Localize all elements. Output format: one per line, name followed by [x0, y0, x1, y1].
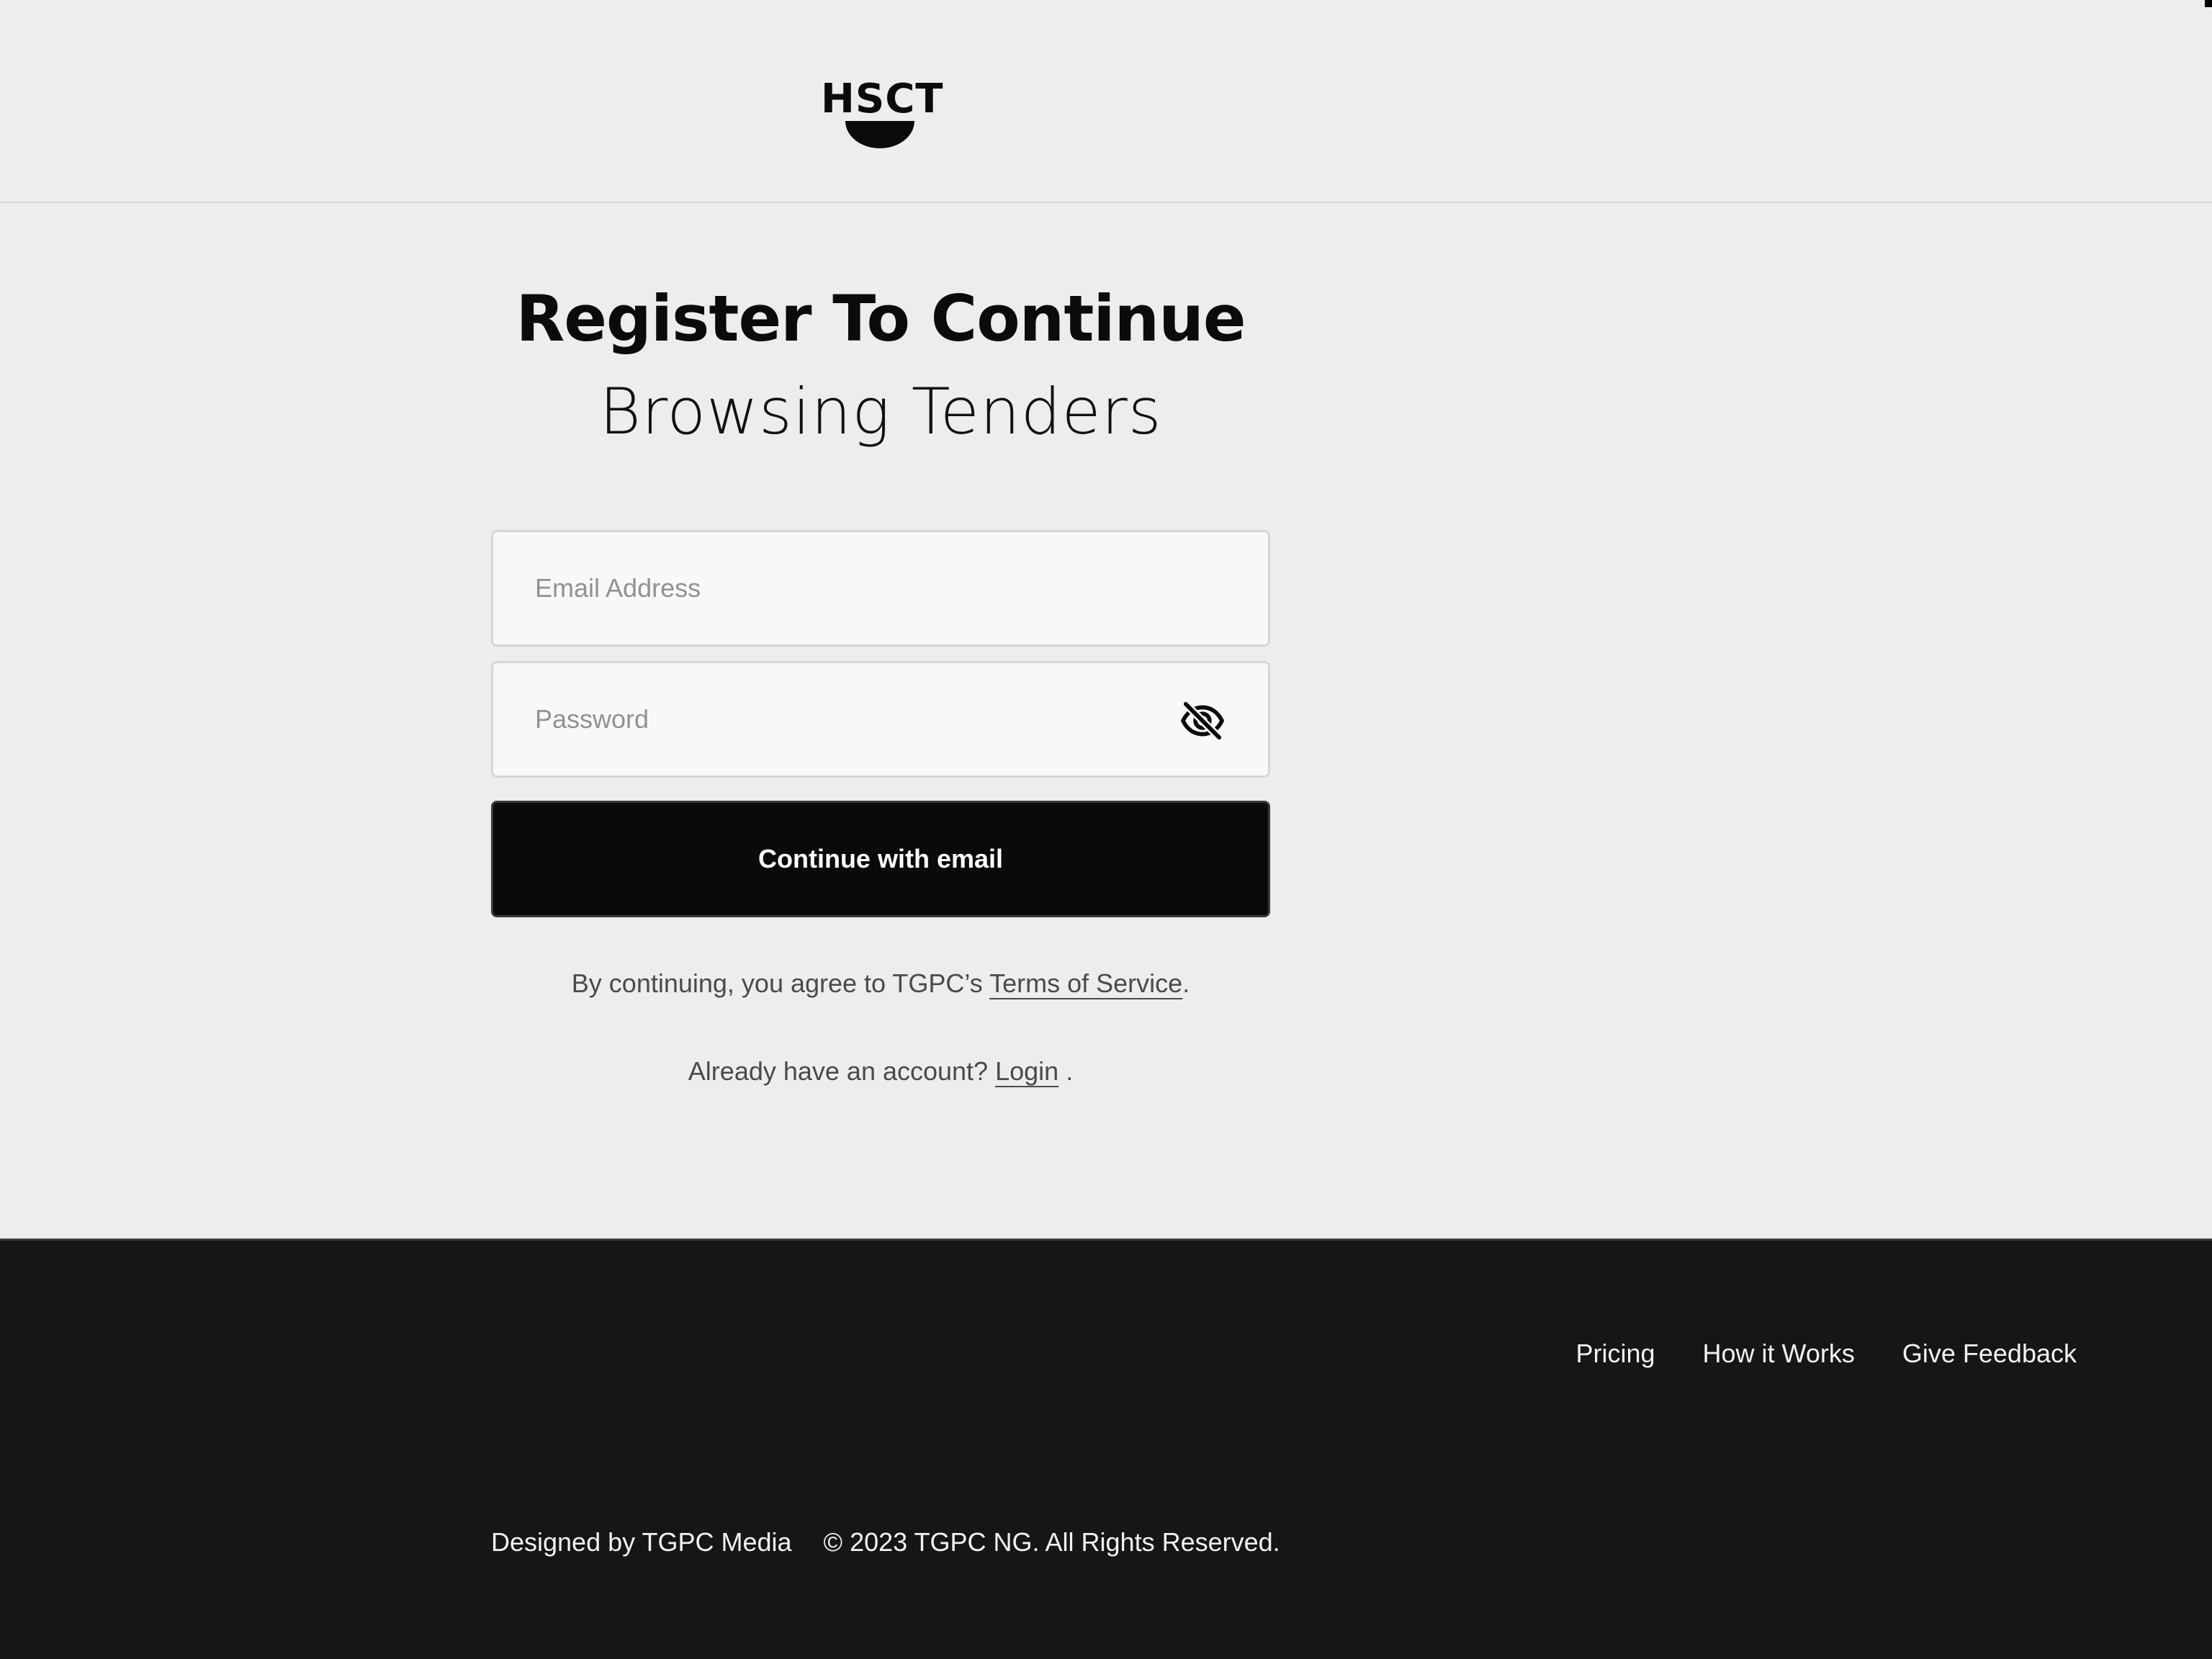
password-input[interactable]	[493, 663, 1268, 775]
designed-by-text: Designed by TGPC Media	[491, 1527, 792, 1557]
logo-text: HSCT	[821, 76, 944, 122]
login-prompt: Already have an account? Login .	[491, 1053, 1270, 1090]
footer-credits: Designed by TGPC Media © 2023 TGPC NG. A…	[491, 1524, 1280, 1560]
password-field-container	[491, 661, 1270, 778]
footer-link-how-it-works[interactable]: How it Works	[1703, 1336, 1855, 1372]
logo-smile-mark	[845, 121, 914, 148]
page-subtitle: Browsing Tenders	[599, 374, 1162, 449]
copyright-text: © 2023 TGPC NG. All Rights Reserved.	[823, 1527, 1280, 1557]
corner-mark	[2205, 0, 2212, 7]
site-footer: Pricing How it Works Give Feedback Desig…	[0, 1238, 2212, 1659]
email-field-container	[491, 530, 1270, 647]
eye-off-icon[interactable]	[1180, 698, 1225, 743]
footer-link-give-feedback[interactable]: Give Feedback	[1902, 1336, 2077, 1372]
login-suffix: .	[1058, 1056, 1074, 1086]
login-link[interactable]: Login	[995, 1056, 1058, 1086]
terms-notice: By continuing, you agree to TGPC’s Terms…	[491, 965, 1270, 1002]
terms-prefix: By continuing, you agree to TGPC’s	[571, 968, 990, 998]
page-heading: Register To Continue Browsing Tenders	[491, 276, 1270, 462]
terms-of-service-link[interactable]: Terms of Service	[989, 968, 1182, 998]
footer-nav: Pricing How it Works Give Feedback	[1575, 1336, 2077, 1372]
page-title: Register To Continue	[516, 282, 1246, 356]
continue-with-email-button[interactable]: Continue with email	[491, 801, 1270, 917]
hsct-logo[interactable]: HSCT	[821, 76, 944, 148]
site-header: HSCT	[0, 0, 2212, 203]
email-input[interactable]	[493, 532, 1268, 644]
login-prefix: Already have an account?	[688, 1056, 996, 1086]
terms-suffix: .	[1182, 968, 1190, 998]
footer-link-pricing[interactable]: Pricing	[1575, 1336, 1655, 1372]
